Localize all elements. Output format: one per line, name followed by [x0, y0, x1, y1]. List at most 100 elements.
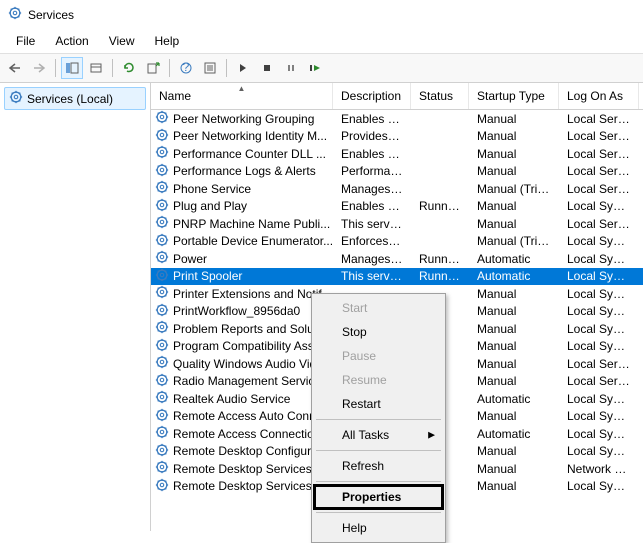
service-name: Program Compatibility Assi... [173, 339, 326, 353]
gear-icon [155, 198, 169, 215]
help-button[interactable]: ? [175, 57, 197, 79]
service-name: Portable Device Enumerator... [173, 234, 333, 248]
gear-icon [155, 285, 169, 302]
services-icon [8, 6, 22, 23]
properties2-button[interactable] [199, 57, 221, 79]
service-logon: Local Service [559, 357, 639, 371]
context-restart[interactable]: Restart [314, 392, 443, 416]
context-help[interactable]: Help [314, 516, 443, 540]
service-startup: Manual [469, 112, 559, 126]
sidebar: Services (Local) [0, 83, 151, 531]
service-startup: Manual (Trig... [469, 182, 559, 196]
gear-icon [155, 268, 169, 285]
stop-service-button[interactable] [256, 57, 278, 79]
service-description: Enables rem... [333, 147, 411, 161]
service-name: Print Spooler [173, 269, 242, 283]
service-row[interactable]: Plug and PlayEnables a c...RunningManual… [151, 198, 643, 216]
start-service-button[interactable] [232, 57, 254, 79]
service-startup: Automatic [469, 427, 559, 441]
service-logon: Local Service [559, 182, 639, 196]
service-startup: Manual [469, 479, 559, 493]
service-row[interactable]: Peer Networking Identity M...Provides id… [151, 128, 643, 146]
service-name: Power [173, 252, 207, 266]
forward-button[interactable] [28, 57, 50, 79]
service-row[interactable]: Performance Counter DLL ...Enables rem..… [151, 145, 643, 163]
service-name: Quality Windows Audio Vid... [173, 357, 326, 371]
service-logon: Local Syste... [559, 287, 639, 301]
column-header-name[interactable]: Name▲ [151, 83, 333, 109]
service-name: Remote Access Auto Conne... [173, 409, 332, 423]
gear-icon [155, 180, 169, 197]
window-title: Services [28, 8, 74, 22]
service-startup: Manual [469, 357, 559, 371]
service-logon: Network S... [559, 462, 639, 476]
column-header-description[interactable]: Description [333, 83, 411, 109]
service-row[interactable]: PowerManages p...RunningAutomaticLocal S… [151, 250, 643, 268]
toolbar-separator [112, 59, 113, 77]
show-hide-tree-button[interactable] [61, 57, 83, 79]
toolbar-separator [169, 59, 170, 77]
context-separator [316, 450, 441, 451]
service-startup: Manual [469, 217, 559, 231]
menu-help[interactable]: Help [145, 31, 190, 51]
menu-view[interactable]: View [99, 31, 145, 51]
service-status: Running [411, 269, 469, 283]
menubar: File Action View Help [0, 29, 643, 54]
service-row[interactable]: Peer Networking GroupingEnables mul...Ma… [151, 110, 643, 128]
sidebar-item-label: Services (Local) [27, 92, 113, 106]
sort-ascending-icon: ▲ [238, 84, 246, 93]
service-logon: Local Syste... [559, 304, 639, 318]
service-row[interactable]: Performance Logs & AlertsPerformanc...Ma… [151, 163, 643, 181]
service-logon: Local Service [559, 374, 639, 388]
gear-icon [155, 145, 169, 162]
service-name: Remote Desktop Services [173, 462, 312, 476]
toolbar-separator [55, 59, 56, 77]
gear-icon [155, 233, 169, 250]
service-logon: Local Service [559, 129, 639, 143]
service-logon: Local Syste... [559, 427, 639, 441]
service-name: Peer Networking Identity M... [173, 129, 327, 143]
column-header-startup[interactable]: Startup Type [469, 83, 559, 109]
properties-button[interactable] [85, 57, 107, 79]
context-pause: Pause [314, 344, 443, 368]
service-logon: Local Syste... [559, 269, 639, 283]
service-row[interactable]: Phone ServiceManages th...Manual (Trig..… [151, 180, 643, 198]
context-stop[interactable]: Stop [314, 320, 443, 344]
gear-icon [155, 478, 169, 495]
column-header-status[interactable]: Status [411, 83, 469, 109]
export-button[interactable] [142, 57, 164, 79]
gear-icon [155, 390, 169, 407]
service-logon: Local Syste... [559, 479, 639, 493]
service-logon: Local Syste... [559, 339, 639, 353]
service-description: Manages th... [333, 182, 411, 196]
gear-icon [155, 338, 169, 355]
gear-icon [155, 355, 169, 372]
context-properties[interactable]: Properties [314, 485, 443, 509]
service-logon: Local Service [559, 112, 639, 126]
menu-action[interactable]: Action [45, 31, 98, 51]
context-refresh[interactable]: Refresh [314, 454, 443, 478]
service-name: PNRP Machine Name Publi... [173, 217, 330, 231]
refresh-button[interactable] [118, 57, 140, 79]
pause-service-button[interactable] [280, 57, 302, 79]
service-name: Realtek Audio Service [173, 392, 290, 406]
service-logon: Local Syste... [559, 199, 639, 213]
service-row[interactable]: PNRP Machine Name Publi...This service .… [151, 215, 643, 233]
restart-service-button[interactable] [304, 57, 326, 79]
service-logon: Local Service [559, 147, 639, 161]
gear-icon [155, 408, 169, 425]
context-all-tasks[interactable]: All Tasks▶ [314, 423, 443, 447]
back-button[interactable] [4, 57, 26, 79]
toolbar-separator [226, 59, 227, 77]
column-header-logon[interactable]: Log On As [559, 83, 639, 109]
menu-file[interactable]: File [6, 31, 45, 51]
context-separator [316, 481, 441, 482]
service-row[interactable]: Print SpoolerThis service ...RunningAuto… [151, 268, 643, 286]
sidebar-services-local[interactable]: Services (Local) [4, 87, 146, 110]
context-separator [316, 419, 441, 420]
gear-icon [155, 163, 169, 180]
service-startup: Automatic [469, 392, 559, 406]
service-row[interactable]: Portable Device Enumerator...Enforces gr… [151, 233, 643, 251]
service-startup: Manual [469, 304, 559, 318]
gear-icon [155, 460, 169, 477]
